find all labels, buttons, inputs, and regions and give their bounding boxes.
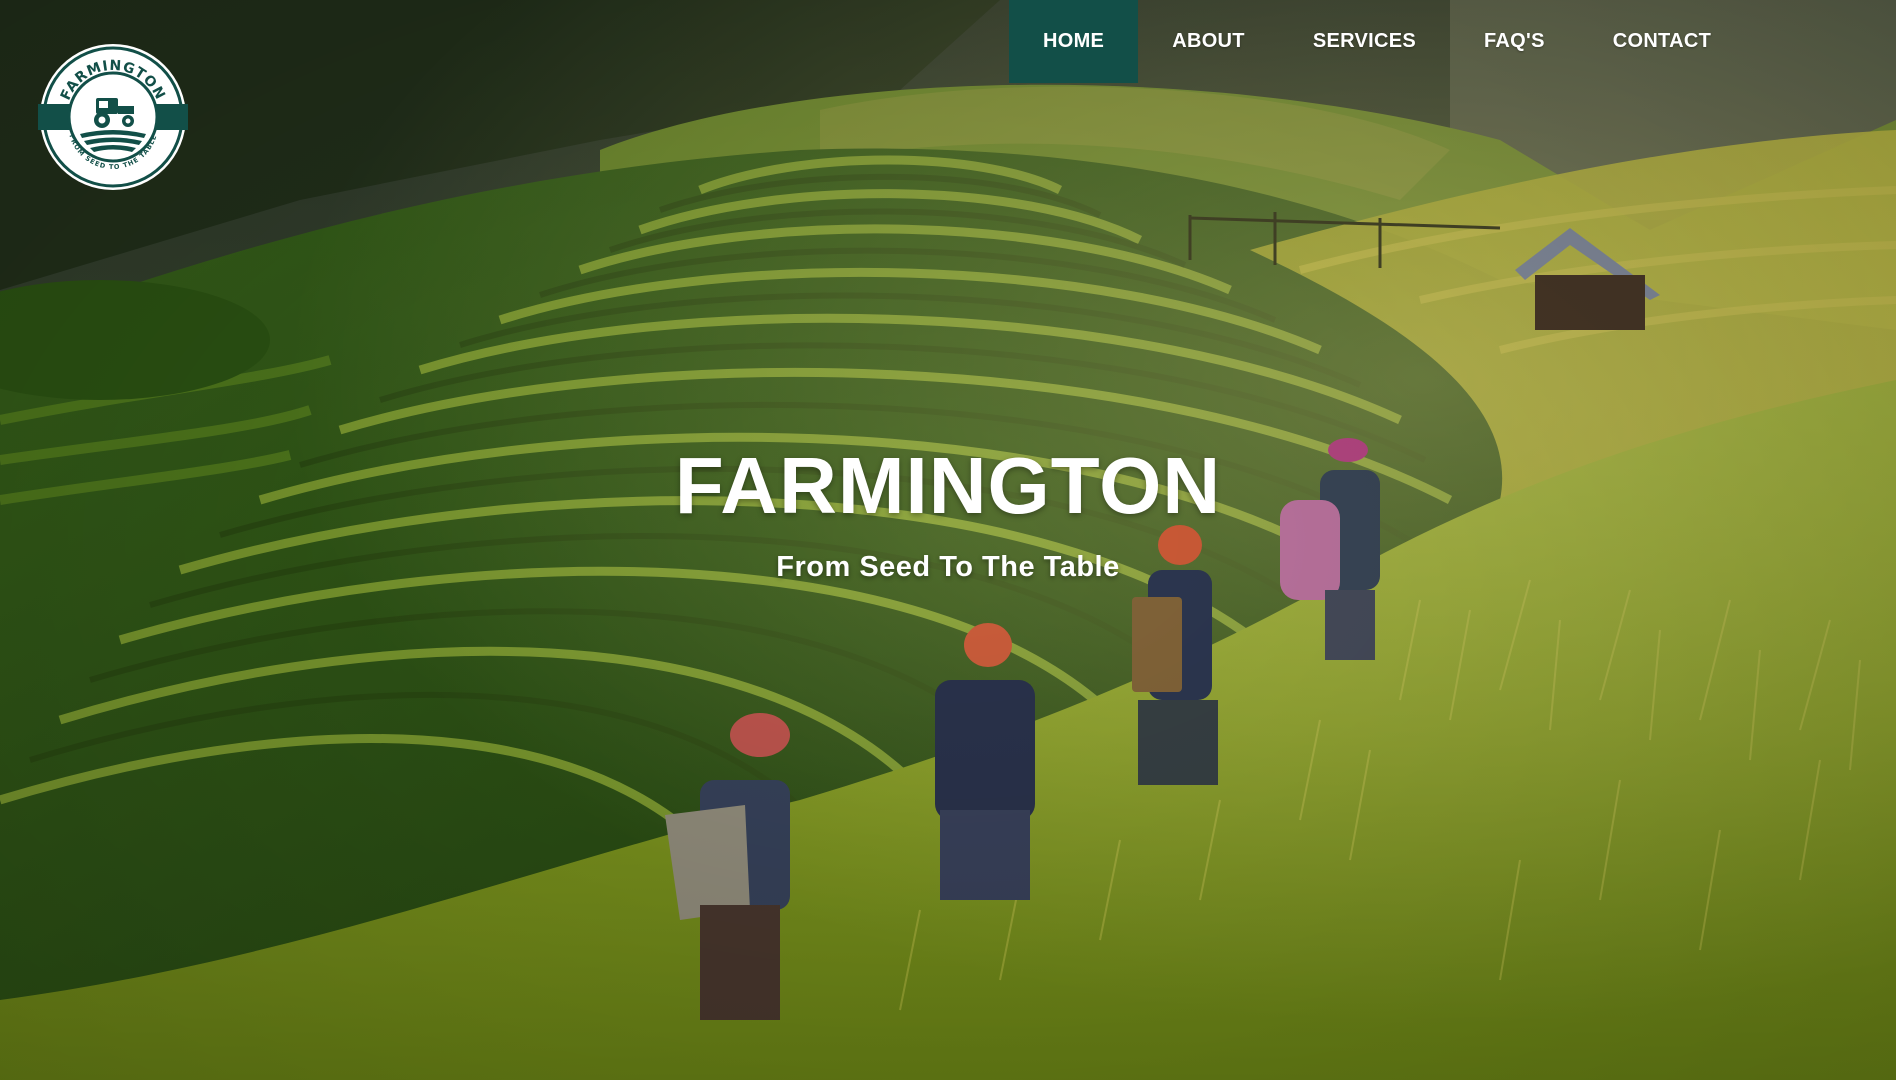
- nav-services[interactable]: SERVICES: [1279, 0, 1450, 83]
- hero-subtitle: From Seed To The Table: [776, 551, 1120, 583]
- hero-overlay: [0, 0, 1896, 1080]
- main-nav: HOME ABOUT SERVICES FAQ'S CONTACT: [1009, 0, 1745, 83]
- farmington-logo[interactable]: FARMINGTON FROM SEED TO THE TABLE: [38, 42, 188, 192]
- page: FARMINGTON FROM SEED TO THE TABLE HOME A…: [0, 0, 1896, 1080]
- nav-home[interactable]: HOME: [1009, 0, 1139, 83]
- nav-about[interactable]: ABOUT: [1138, 0, 1279, 83]
- nav-contact[interactable]: CONTACT: [1579, 0, 1745, 83]
- hero-title: FARMINGTON: [674, 441, 1222, 530]
- nav-faqs[interactable]: FAQ'S: [1450, 0, 1579, 83]
